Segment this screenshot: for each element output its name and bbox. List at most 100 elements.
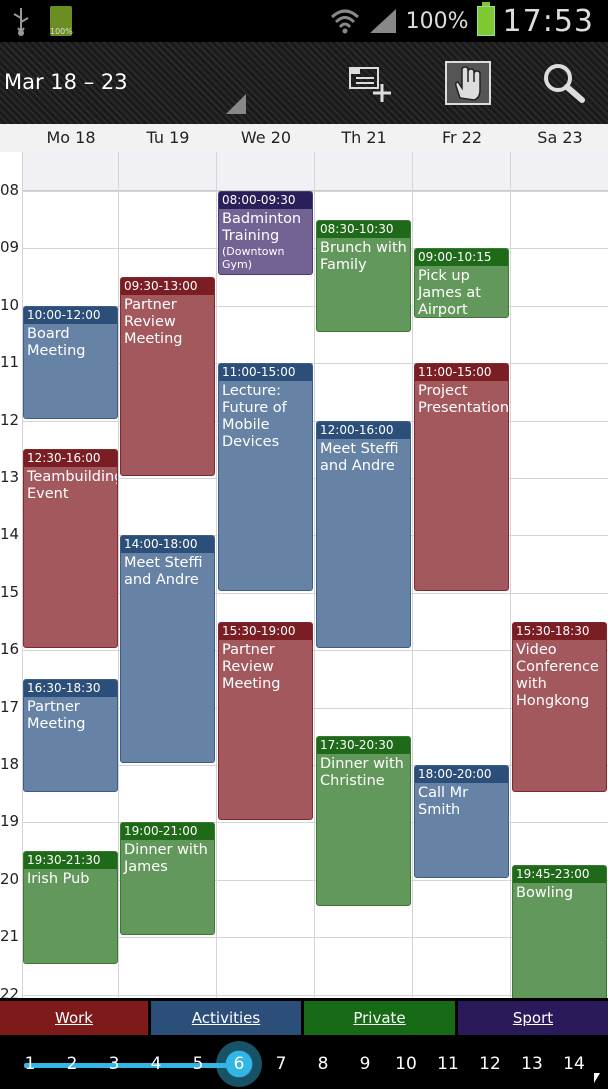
event-time: 10:00-12:00 bbox=[24, 306, 117, 324]
hour-label: 20 bbox=[0, 869, 20, 888]
calendar-event[interactable]: 09:30-13:00 Partner Review Meeting bbox=[120, 277, 215, 476]
day-column-divider bbox=[314, 152, 315, 998]
event-time: 15:30-19:00 bbox=[219, 622, 312, 640]
day-count-option[interactable]: 3 bbox=[99, 1054, 129, 1074]
hour-label: 18 bbox=[0, 755, 20, 773]
hour-gridline bbox=[22, 191, 608, 192]
event-time: 11:00-15:00 bbox=[415, 364, 508, 382]
day-header[interactable]: Tu 19 bbox=[119, 128, 217, 147]
event-time: 18:00-20:00 bbox=[415, 766, 508, 783]
touch-mode-icon[interactable] bbox=[444, 60, 492, 106]
event-title: Call Mr Smith bbox=[418, 785, 469, 818]
hour-label: 15 bbox=[0, 582, 20, 601]
event-title: Board Meeting bbox=[27, 325, 86, 359]
usb-icon bbox=[13, 8, 29, 36]
day-header[interactable]: Mo 18 bbox=[22, 128, 120, 147]
day-count-option[interactable]: 9 bbox=[350, 1054, 380, 1074]
hour-gridline bbox=[22, 248, 608, 250]
day-count-option[interactable]: 13 bbox=[517, 1054, 547, 1074]
event-title: Partner Review Meeting bbox=[222, 641, 281, 692]
battery-percent: 100% bbox=[405, 8, 469, 34]
hour-label: 22 bbox=[0, 984, 20, 998]
dropdown-indicator-icon[interactable] bbox=[226, 94, 246, 114]
day-header[interactable]: Sa 23 bbox=[511, 128, 608, 147]
day-header[interactable]: We 20 bbox=[217, 128, 315, 147]
event-title: Dinner with James bbox=[124, 842, 208, 876]
wifi-icon bbox=[330, 9, 359, 34]
hour-label: 17 bbox=[0, 697, 20, 716]
hour-label: 13 bbox=[0, 468, 20, 486]
day-count-option[interactable]: 5 bbox=[183, 1054, 213, 1074]
action-bar: Mar 18 – 23 bbox=[0, 42, 608, 124]
event-location: (Downtown Gym) bbox=[222, 245, 285, 271]
day-count-option[interactable]: 11 bbox=[433, 1054, 463, 1074]
event-title: Partner Meeting bbox=[27, 698, 86, 732]
hour-label: 21 bbox=[0, 927, 20, 946]
calendar-event[interactable]: 09:00-10:15 Pick up James at Airport bbox=[414, 248, 509, 319]
event-time: 08:30-10:30 bbox=[317, 220, 410, 238]
calendar-event[interactable]: 12:00-16:00 Meet Steffi and Andre bbox=[316, 420, 411, 649]
event-title: Teambuilding Event bbox=[27, 469, 118, 503]
hour-label: 16 bbox=[0, 640, 20, 659]
event-time: 19:45-23:00 bbox=[513, 866, 606, 884]
day-count-slider[interactable]: 1 2 3 4 5 7 8 9 10 11 12 13 14 6 bbox=[0, 1038, 608, 1089]
day-count-option[interactable]: 7 bbox=[266, 1054, 296, 1074]
legend-sport[interactable]: Sport bbox=[458, 1001, 608, 1035]
event-time: 11:00-15:00 bbox=[219, 364, 312, 382]
slider-thumb[interactable]: 6 bbox=[216, 1041, 262, 1087]
event-title: Meet Steffi and Andre bbox=[124, 555, 203, 589]
event-title: Partner Review Meeting bbox=[124, 297, 183, 348]
calendar-event[interactable]: 08:30-10:30 Brunch with Family bbox=[316, 219, 411, 333]
calendar-event[interactable]: 12:30-16:00 Teambuilding Event bbox=[23, 449, 118, 649]
calendar-event[interactable]: 15:30-18:30 Video Conference with Hongkon… bbox=[512, 621, 607, 792]
calendar-event[interactable]: 10:00-12:00 Board Meeting bbox=[23, 305, 118, 419]
day-count-option[interactable]: 4 bbox=[141, 1054, 171, 1074]
event-time: 09:30-13:00 bbox=[121, 278, 214, 296]
week-grid[interactable]: 08 09 10 11 12 13 14 15 16 17 18 19 20 21 22 10:00-12:0… bbox=[0, 152, 608, 998]
legend-activities[interactable]: Activities bbox=[151, 1001, 301, 1035]
event-time: 19:30-21:30 bbox=[24, 852, 117, 870]
calendar-event[interactable]: 19:00-21:00 Dinner with James bbox=[120, 822, 215, 936]
day-column-divider bbox=[510, 152, 511, 998]
calendar-event[interactable]: 19:45-23:00 Bowling bbox=[512, 865, 607, 998]
day-count-option[interactable]: 14 bbox=[559, 1054, 589, 1074]
calendar-event[interactable]: 19:30-21:30 Irish Pub bbox=[23, 851, 118, 964]
hour-gridline bbox=[22, 420, 608, 422]
search-icon[interactable] bbox=[540, 60, 588, 106]
category-legend: Work Activities Private Sport bbox=[0, 998, 608, 1038]
hour-label: 12 bbox=[0, 410, 20, 429]
calendar-event[interactable]: 08:00-09:30 Badminton Training (Downtown G… bbox=[218, 191, 313, 276]
day-count-option[interactable]: 10 bbox=[391, 1054, 421, 1074]
calendar-event[interactable]: 15:30-19:00 Partner Review Meeting bbox=[218, 621, 313, 821]
all-day-row[interactable] bbox=[22, 152, 608, 191]
day-count-option[interactable]: 8 bbox=[308, 1054, 338, 1074]
event-title: Lecture: Future of Mobile Devices bbox=[222, 383, 287, 451]
day-count-option[interactable]: 1 bbox=[15, 1054, 45, 1074]
day-count-option[interactable]: 12 bbox=[475, 1054, 505, 1074]
event-time: 19:00-21:00 bbox=[121, 823, 214, 841]
day-count-option[interactable]: 2 bbox=[57, 1054, 87, 1074]
event-time: 12:30-16:00 bbox=[24, 450, 117, 468]
status-bar: 100% 100% 17:53 bbox=[0, 0, 608, 42]
hour-label: 14 bbox=[0, 525, 20, 544]
cursor-icon bbox=[594, 1073, 600, 1083]
calendar-event[interactable]: 11:00-15:00 Lecture: Future of Mobile Dev… bbox=[218, 363, 313, 591]
legend-private[interactable]: Private bbox=[304, 1001, 455, 1035]
event-time: 08:00-09:30 bbox=[219, 192, 312, 209]
calendar-event[interactable]: 18:00-20:00 Call Mr Smith bbox=[414, 765, 509, 878]
new-event-icon[interactable] bbox=[346, 60, 394, 106]
day-header[interactable]: Th 21 bbox=[315, 128, 413, 147]
day-header[interactable]: Fr 22 bbox=[413, 128, 511, 147]
legend-work[interactable]: Work bbox=[0, 1001, 148, 1035]
signal-icon bbox=[369, 9, 396, 33]
calendar-event[interactable]: 14:00-18:00 Meet Steffi and Andre bbox=[120, 535, 215, 763]
date-range-selector[interactable]: Mar 18 – 23 bbox=[4, 70, 128, 94]
calendar-event[interactable]: 17:30-20:30 Dinner with Christine bbox=[316, 736, 411, 907]
clock: 17:53 bbox=[502, 3, 594, 39]
day-header-row: Mo 18 Tu 19 We 20 Th 21 Fr 22 Sa 23 bbox=[0, 124, 608, 153]
calendar-event[interactable]: 16:30-18:30 Partner Meeting bbox=[23, 678, 118, 792]
event-title: Dinner with Christine bbox=[320, 756, 404, 790]
event-time: 09:00-10:15 bbox=[415, 249, 508, 267]
calendar-event[interactable]: 11:00-15:00 Project Presentation bbox=[414, 363, 509, 591]
event-title: Irish Pub bbox=[27, 871, 90, 888]
